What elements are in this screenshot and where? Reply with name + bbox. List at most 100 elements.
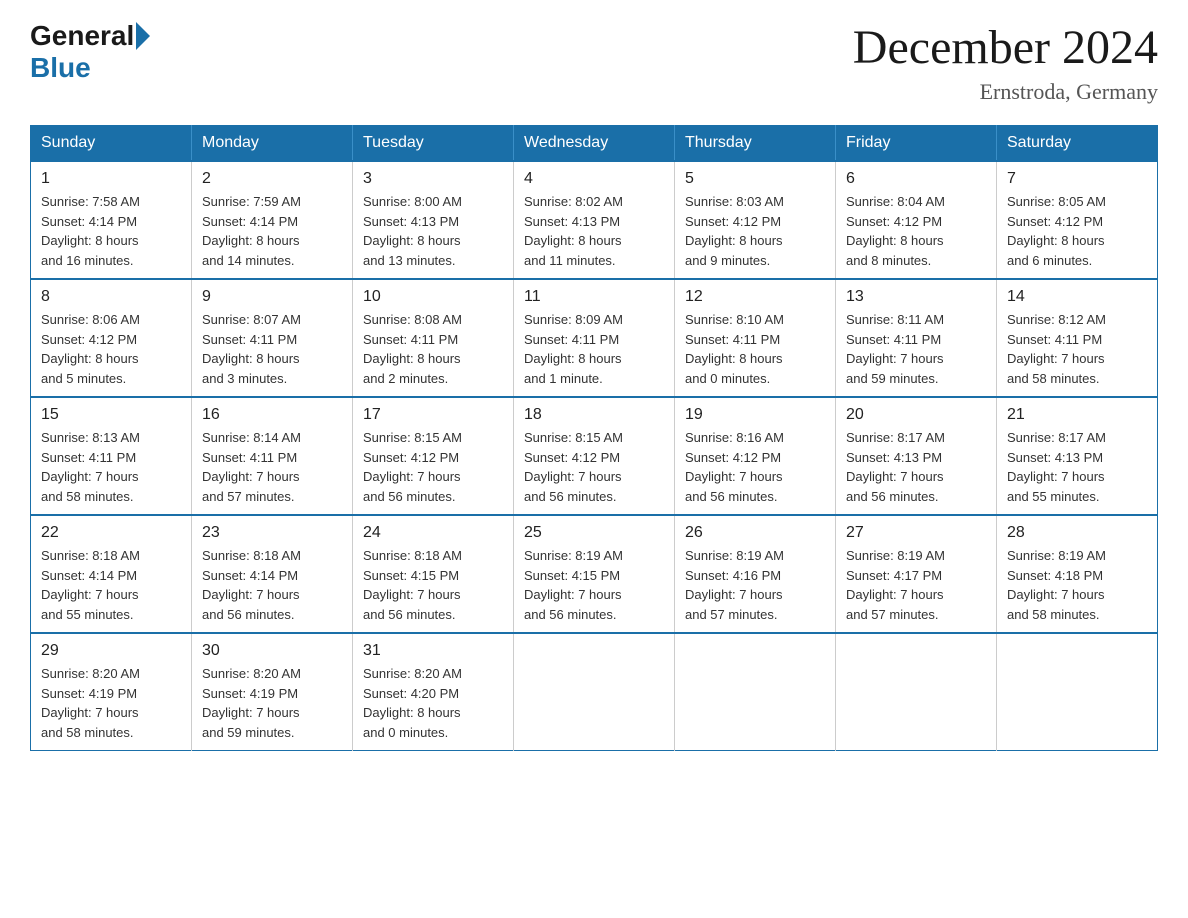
calendar-cell: 8 Sunrise: 8:06 AM Sunset: 4:12 PM Daylig…	[31, 279, 192, 397]
day-number: 9	[202, 288, 342, 306]
day-number: 7	[1007, 170, 1147, 188]
day-number: 3	[363, 170, 503, 188]
day-number: 17	[363, 406, 503, 424]
calendar-week-row: 1 Sunrise: 7:58 AM Sunset: 4:14 PM Daylig…	[31, 161, 1158, 279]
day-number: 6	[846, 170, 986, 188]
day-number: 31	[363, 642, 503, 660]
calendar-cell	[997, 633, 1158, 751]
day-number: 8	[41, 288, 181, 306]
day-info: Sunrise: 8:10 AM Sunset: 4:11 PM Dayligh…	[685, 310, 825, 388]
day-info: Sunrise: 7:58 AM Sunset: 4:14 PM Dayligh…	[41, 192, 181, 270]
logo-arrow-icon	[136, 22, 150, 50]
calendar-table: SundayMondayTuesdayWednesdayThursdayFrid…	[30, 125, 1158, 751]
calendar-cell: 15 Sunrise: 8:13 AM Sunset: 4:11 PM Dayli…	[31, 397, 192, 515]
calendar-header-tuesday: Tuesday	[353, 126, 514, 162]
day-info: Sunrise: 8:19 AM Sunset: 4:15 PM Dayligh…	[524, 546, 664, 624]
calendar-header-saturday: Saturday	[997, 126, 1158, 162]
calendar-cell	[836, 633, 997, 751]
day-number: 13	[846, 288, 986, 306]
calendar-cell: 12 Sunrise: 8:10 AM Sunset: 4:11 PM Dayli…	[675, 279, 836, 397]
calendar-cell: 31Sunrise: 8:20 AM Sunset: 4:20 PM Dayli…	[353, 633, 514, 751]
calendar-cell: 2 Sunrise: 7:59 AM Sunset: 4:14 PM Daylig…	[192, 161, 353, 279]
calendar-cell: 11 Sunrise: 8:09 AM Sunset: 4:11 PM Dayli…	[514, 279, 675, 397]
calendar-header-wednesday: Wednesday	[514, 126, 675, 162]
calendar-cell	[514, 633, 675, 751]
day-number: 23	[202, 524, 342, 542]
calendar-cell: 24Sunrise: 8:18 AM Sunset: 4:15 PM Dayli…	[353, 515, 514, 633]
day-number: 19	[685, 406, 825, 424]
day-info: Sunrise: 8:19 AM Sunset: 4:17 PM Dayligh…	[846, 546, 986, 624]
day-info: Sunrise: 8:18 AM Sunset: 4:14 PM Dayligh…	[41, 546, 181, 624]
calendar-cell: 9 Sunrise: 8:07 AM Sunset: 4:11 PM Daylig…	[192, 279, 353, 397]
day-info: Sunrise: 8:13 AM Sunset: 4:11 PM Dayligh…	[41, 428, 181, 506]
calendar-cell: 7 Sunrise: 8:05 AM Sunset: 4:12 PM Daylig…	[997, 161, 1158, 279]
calendar-week-row: 8 Sunrise: 8:06 AM Sunset: 4:12 PM Daylig…	[31, 279, 1158, 397]
day-info: Sunrise: 7:59 AM Sunset: 4:14 PM Dayligh…	[202, 192, 342, 270]
calendar-cell: 29Sunrise: 8:20 AM Sunset: 4:19 PM Dayli…	[31, 633, 192, 751]
calendar-cell: 23 Sunrise: 8:18 AM Sunset: 4:14 PM Dayli…	[192, 515, 353, 633]
calendar-cell: 6 Sunrise: 8:04 AM Sunset: 4:12 PM Daylig…	[836, 161, 997, 279]
calendar-cell: 19 Sunrise: 8:16 AM Sunset: 4:12 PM Dayli…	[675, 397, 836, 515]
day-number: 29	[41, 642, 181, 660]
calendar-cell: 10 Sunrise: 8:08 AM Sunset: 4:11 PM Dayli…	[353, 279, 514, 397]
day-number: 1	[41, 170, 181, 188]
calendar-cell: 13Sunrise: 8:11 AM Sunset: 4:11 PM Dayli…	[836, 279, 997, 397]
day-info: Sunrise: 8:16 AM Sunset: 4:12 PM Dayligh…	[685, 428, 825, 506]
day-number: 27	[846, 524, 986, 542]
day-info: Sunrise: 8:00 AM Sunset: 4:13 PM Dayligh…	[363, 192, 503, 270]
day-number: 20	[846, 406, 986, 424]
day-info: Sunrise: 8:08 AM Sunset: 4:11 PM Dayligh…	[363, 310, 503, 388]
day-info: Sunrise: 8:18 AM Sunset: 4:15 PM Dayligh…	[363, 546, 503, 624]
calendar-week-row: 22 Sunrise: 8:18 AM Sunset: 4:14 PM Dayli…	[31, 515, 1158, 633]
day-info: Sunrise: 8:05 AM Sunset: 4:12 PM Dayligh…	[1007, 192, 1147, 270]
day-number: 12	[685, 288, 825, 306]
calendar-cell: 1 Sunrise: 7:58 AM Sunset: 4:14 PM Daylig…	[31, 161, 192, 279]
day-info: Sunrise: 8:15 AM Sunset: 4:12 PM Dayligh…	[524, 428, 664, 506]
day-number: 22	[41, 524, 181, 542]
day-info: Sunrise: 8:20 AM Sunset: 4:19 PM Dayligh…	[202, 664, 342, 742]
calendar-cell: 25Sunrise: 8:19 AM Sunset: 4:15 PM Dayli…	[514, 515, 675, 633]
day-number: 11	[524, 288, 664, 306]
calendar-cell: 27 Sunrise: 8:19 AM Sunset: 4:17 PM Dayli…	[836, 515, 997, 633]
logo-general-text: General	[30, 20, 134, 52]
calendar-cell: 28Sunrise: 8:19 AM Sunset: 4:18 PM Dayli…	[997, 515, 1158, 633]
calendar-week-row: 29 Sunrise: 8:20 AM Sunset: 4:19 PM Dayli…	[31, 633, 1158, 751]
day-info: Sunrise: 8:02 AM Sunset: 4:13 PM Dayligh…	[524, 192, 664, 270]
day-number: 15	[41, 406, 181, 424]
day-info: Sunrise: 8:06 AM Sunset: 4:12 PM Dayligh…	[41, 310, 181, 388]
day-number: 26	[685, 524, 825, 542]
day-info: Sunrise: 8:14 AM Sunset: 4:11 PM Dayligh…	[202, 428, 342, 506]
day-info: Sunrise: 8:09 AM Sunset: 4:11 PM Dayligh…	[524, 310, 664, 388]
day-info: Sunrise: 8:03 AM Sunset: 4:12 PM Dayligh…	[685, 192, 825, 270]
day-number: 30	[202, 642, 342, 660]
day-info: Sunrise: 8:17 AM Sunset: 4:13 PM Dayligh…	[846, 428, 986, 506]
logo: General Blue	[30, 20, 152, 84]
day-info: Sunrise: 8:07 AM Sunset: 4:11 PM Dayligh…	[202, 310, 342, 388]
calendar-header-row: SundayMondayTuesdayWednesdayThursdayFrid…	[31, 126, 1158, 162]
calendar-cell	[675, 633, 836, 751]
title-section: December 2024 Ernstroda, Germany	[853, 20, 1158, 105]
calendar-cell: 16Sunrise: 8:14 AM Sunset: 4:11 PM Dayli…	[192, 397, 353, 515]
calendar-cell: 21Sunrise: 8:17 AM Sunset: 4:13 PM Dayli…	[997, 397, 1158, 515]
calendar-cell: 3 Sunrise: 8:00 AM Sunset: 4:13 PM Daylig…	[353, 161, 514, 279]
page-header: General Blue December 2024 Ernstroda, Ge…	[30, 20, 1158, 105]
calendar-cell: 20 Sunrise: 8:17 AM Sunset: 4:13 PM Dayli…	[836, 397, 997, 515]
calendar-header-monday: Monday	[192, 126, 353, 162]
calendar-header-thursday: Thursday	[675, 126, 836, 162]
page-title: December 2024	[853, 20, 1158, 75]
day-info: Sunrise: 8:04 AM Sunset: 4:12 PM Dayligh…	[846, 192, 986, 270]
day-number: 10	[363, 288, 503, 306]
calendar-cell: 17Sunrise: 8:15 AM Sunset: 4:12 PM Dayli…	[353, 397, 514, 515]
calendar-cell: 22 Sunrise: 8:18 AM Sunset: 4:14 PM Dayli…	[31, 515, 192, 633]
day-number: 5	[685, 170, 825, 188]
day-info: Sunrise: 8:18 AM Sunset: 4:14 PM Dayligh…	[202, 546, 342, 624]
day-number: 2	[202, 170, 342, 188]
day-number: 18	[524, 406, 664, 424]
calendar-cell: 14Sunrise: 8:12 AM Sunset: 4:11 PM Dayli…	[997, 279, 1158, 397]
calendar-header-friday: Friday	[836, 126, 997, 162]
calendar-header-sunday: Sunday	[31, 126, 192, 162]
day-info: Sunrise: 8:19 AM Sunset: 4:16 PM Dayligh…	[685, 546, 825, 624]
logo-blue-text: Blue	[30, 52, 91, 83]
page-subtitle: Ernstroda, Germany	[853, 79, 1158, 105]
day-info: Sunrise: 8:19 AM Sunset: 4:18 PM Dayligh…	[1007, 546, 1147, 624]
